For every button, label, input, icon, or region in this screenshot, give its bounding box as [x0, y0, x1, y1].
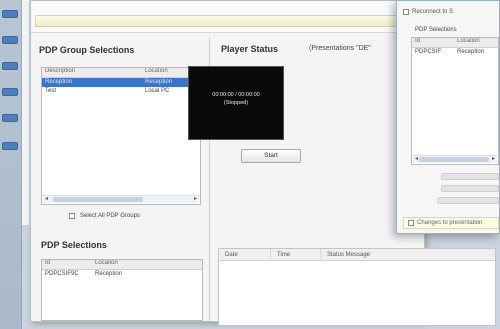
column-header-date[interactable]: Date — [219, 249, 271, 260]
pdp-list-header: Id Location — [42, 260, 202, 270]
notification-bar — [35, 15, 416, 27]
column-header-status-message[interactable]: Status Message — [321, 249, 495, 260]
list-item[interactable]: PDPCSIF Reception — [412, 48, 498, 57]
scroll-right-icon[interactable]: ▸ — [194, 195, 197, 202]
group-list-header: Description Location — [42, 68, 200, 78]
player-status-subtitle: (Presentations "DE" — [309, 45, 371, 52]
dialog-notice-text: Changes to presentation — [417, 220, 483, 226]
background-app-item[interactable] — [2, 88, 18, 96]
player-status-title: Player Status — [221, 44, 279, 54]
reconnect-row[interactable]: Reconnect to S — [403, 9, 453, 15]
player-state-label: (Stopped) — [223, 100, 249, 106]
scrollbar-thumb[interactable] — [419, 157, 489, 162]
list-item[interactable]: Reception Reception — [42, 78, 200, 87]
background-app-item[interactable] — [2, 62, 18, 70]
column-header-id[interactable]: Id — [412, 38, 454, 47]
scroll-left-icon[interactable]: ◂ — [415, 155, 418, 162]
reconnect-checkbox[interactable] — [403, 9, 409, 15]
group-selections-title: PDP Group Selections — [39, 45, 135, 55]
pdp-selections-title: PDP Selections — [41, 240, 107, 250]
select-all-groups-label: Select All PDP Groups — [80, 213, 140, 219]
status-log-header: Date Time Status Message — [219, 249, 495, 261]
scrollbar-thumb[interactable] — [53, 197, 143, 202]
horizontal-scrollbar[interactable]: ◂ ▸ — [413, 155, 497, 163]
window-toolbar — [31, 1, 424, 33]
group-selections-list[interactable]: Description Location Reception Reception… — [41, 67, 201, 205]
status-log-table[interactable]: Date Time Status Message — [218, 248, 496, 326]
column-header-id[interactable]: Id — [42, 260, 92, 269]
dialog-list-title: PDP Selections — [415, 27, 457, 33]
dialog-pdp-list[interactable]: Id Location PDPCSIF Reception ◂ ▸ — [411, 37, 499, 165]
pdp-selections-list[interactable]: Id Location PDPCSIF9C Reception — [41, 259, 203, 321]
player-time-readout: 00:00:00 / 00:00:00 — [212, 92, 260, 98]
select-all-groups-checkbox[interactable] — [69, 213, 75, 219]
start-button-label: Start — [264, 152, 278, 159]
list-item[interactable]: PDPCSIF9C Reception — [42, 270, 202, 279]
reconnect-label: Reconnect to S — [412, 9, 454, 15]
list-item-description: Test — [45, 88, 57, 94]
column-header-time[interactable]: Time — [271, 249, 321, 260]
horizontal-scrollbar[interactable]: ◂ ▸ — [43, 195, 199, 203]
dialog-list-header: Id Location — [412, 38, 498, 48]
list-item-description: Reception — [45, 79, 73, 85]
dialog-action-button[interactable] — [441, 185, 499, 192]
scroll-right-icon[interactable]: ▸ — [492, 155, 495, 162]
scroll-left-icon[interactable]: ◂ — [45, 195, 48, 202]
list-item-location: Reception — [95, 271, 123, 277]
dialog-action-button[interactable] — [441, 173, 499, 180]
background-window-edge — [22, 0, 30, 225]
list-item-id: PDPCSIF9C — [45, 271, 79, 277]
list-item-id: PDPCSIF — [415, 49, 442, 55]
start-button[interactable]: Start — [241, 149, 301, 163]
background-app-sidebar — [0, 0, 22, 329]
select-all-groups-row[interactable]: Select All PDP Groups — [69, 213, 140, 219]
dialog-notice-bar: Changes to presentation — [403, 217, 499, 229]
dialog-action-button[interactable] — [437, 197, 499, 204]
pdp-selection-dialog: Reconnect to S PDP Selections Id Locatio… — [396, 0, 500, 234]
background-app-item[interactable] — [2, 36, 18, 44]
background-app-item[interactable] — [2, 142, 18, 150]
player-screen: 00:00:00 / 00:00:00 (Stopped) — [188, 66, 284, 140]
background-app-item[interactable] — [2, 114, 18, 122]
list-item[interactable]: Test Local PC — [42, 87, 200, 96]
column-header-description[interactable]: Description — [42, 68, 142, 77]
background-app-item[interactable] — [2, 10, 18, 18]
notice-checkbox[interactable] — [408, 220, 414, 226]
list-item-location: Reception — [457, 49, 485, 55]
column-header-location[interactable]: Location — [92, 260, 202, 269]
column-header-location[interactable]: Location — [454, 38, 498, 47]
